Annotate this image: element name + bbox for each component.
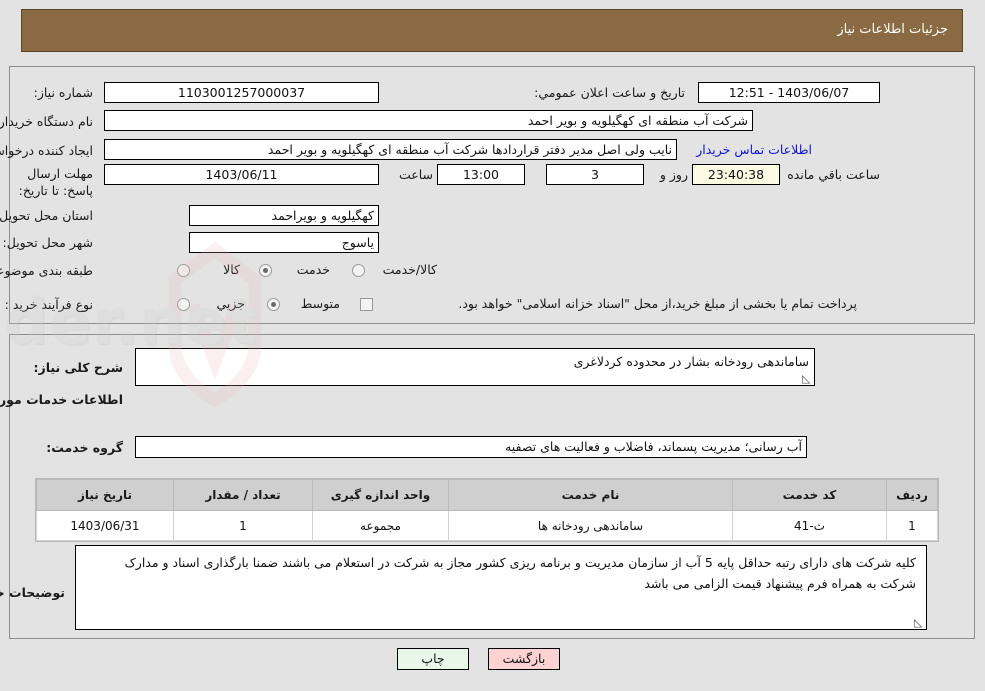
column-header-radif: ردیف <box>886 479 938 511</box>
announce-datetime-label: تاریخ و ساعت اعلان عمومي: <box>534 85 685 100</box>
table-header-row: ردیف کد خدمت نام خدمت واحد اندازه گیری ت… <box>36 479 938 511</box>
delivery-city-label: شهر محل تحویل: <box>2 235 93 250</box>
page-root: جزئیات اطلاعات نیاز AnaTender.net AnaTen… <box>0 0 985 691</box>
category-label-khedmat: خدمت <box>296 262 330 277</box>
buyer-contact-link[interactable]: اطلاعات تماس خریدار <box>696 142 812 157</box>
service-group-value: آب رسانی؛ مدیریت پسماند، فاضلاب و فعالیت… <box>135 436 807 458</box>
countdown-value: 23:40:38 <box>692 164 780 185</box>
creator-label: ایجاد کننده درخواست: <box>0 143 93 158</box>
delivery-province-value: کهگیلویه و بویراحمد <box>189 205 379 226</box>
table-row: 1 ث-41 ساماندهی رودخانه ها مجموعه 1 1403… <box>36 510 938 541</box>
process-label-motavasset: متوسط <box>300 296 340 311</box>
category-label-kala: کالا <box>223 262 240 277</box>
cell-code: ث-41 <box>732 510 887 541</box>
category-radio-khedmat[interactable] <box>259 264 272 277</box>
print-button[interactable]: چاپ <box>397 648 469 670</box>
need-info-panel <box>9 66 975 324</box>
buyer-org-value: شرکت آب منطقه ای کهگیلویه و بویر احمد <box>104 110 753 131</box>
process-label-jozi: جزیي <box>216 296 245 311</box>
resize-grip-icon[interactable]: ◿ <box>802 372 812 385</box>
treasury-docs-label: پرداخت تمام یا بخشی از مبلغ خرید،از محل … <box>458 296 857 311</box>
column-header-need-date: تاریخ نیاز <box>36 479 174 511</box>
announce-datetime-value: 1403/06/07 - 12:51 <box>698 82 880 103</box>
need-description-value[interactable]: ساماندهی رودخانه بشار در محدوده کردلاغری… <box>135 348 815 386</box>
resize-grip-icon-notes[interactable]: ◿ <box>914 616 924 629</box>
services-section-title: اطلاعات خدمات مورد نیاز <box>0 392 123 407</box>
need-description-text: ساماندهی رودخانه بشار در محدوده کردلاغری <box>573 354 809 369</box>
category-label-kala-khedmat: کالا/خدمت <box>382 262 437 277</box>
creator-value: نایب ولی اصل مدیر دفتر قراردادها شرکت آب… <box>104 139 677 160</box>
cell-name: ساماندهی رودخانه ها <box>448 510 733 541</box>
deadline-label: مهلت ارسال پاسخ: تا تاریخ: <box>18 166 93 198</box>
days-remaining-value: 3 <box>546 164 644 185</box>
page-title: جزئیات اطلاعات نیاز <box>837 22 948 37</box>
page-header-bar: جزئیات اطلاعات نیاز <box>21 9 963 52</box>
category-radio-kala[interactable] <box>177 264 190 277</box>
process-label: نوع فرآیند خرید : <box>4 297 93 312</box>
cell-need-date: 1403/06/31 <box>36 510 174 541</box>
need-description-label: شرح کلی نیاز: <box>33 360 123 375</box>
delivery-city-value: یاسوج <box>189 232 379 253</box>
category-radio-kala-khedmat[interactable] <box>352 264 365 277</box>
column-header-name: نام خدمت <box>448 479 733 511</box>
deadline-time-value: 13:00 <box>437 164 525 185</box>
column-header-code: کد خدمت <box>732 479 887 511</box>
column-header-unit: واحد اندازه گیری <box>312 479 449 511</box>
need-number-label: شماره نیاز: <box>33 85 93 100</box>
cell-unit: مجموعه <box>312 510 449 541</box>
process-radio-motavasset[interactable] <box>267 298 280 311</box>
deadline-date-value: 1403/06/11 <box>104 164 379 185</box>
countdown-label: ساعت باقي مانده <box>787 167 880 182</box>
buyer-notes-text: کلیه شرکت های دارای رتبه حداقل پایه 5 آب… <box>124 555 916 591</box>
treasury-docs-checkbox[interactable] <box>360 298 373 311</box>
cell-quantity: 1 <box>173 510 313 541</box>
deadline-hour-label: ساعت <box>398 167 433 182</box>
back-button[interactable]: بازگشت <box>488 648 560 670</box>
services-table: ردیف کد خدمت نام خدمت واحد اندازه گیری ت… <box>35 478 939 542</box>
delivery-province-label: استان محل تحویل: <box>0 208 93 223</box>
need-number-value: 1103001257000037 <box>104 82 379 103</box>
service-group-label: گروه خدمت: <box>46 440 123 455</box>
process-radio-jozi[interactable] <box>177 298 190 311</box>
column-header-quantity: تعداد / مقدار <box>173 479 313 511</box>
buyer-org-label: نام دستگاه خریدار: <box>0 114 93 129</box>
buyer-notes-value[interactable]: کلیه شرکت های دارای رتبه حداقل پایه 5 آب… <box>75 545 927 630</box>
cell-radif: 1 <box>886 510 938 541</box>
days-remaining-label: روز و <box>659 167 688 182</box>
category-label: طبقه بندی موضوعی: <box>0 263 93 278</box>
buyer-notes-label: توضیحات خریدار: <box>0 585 65 600</box>
